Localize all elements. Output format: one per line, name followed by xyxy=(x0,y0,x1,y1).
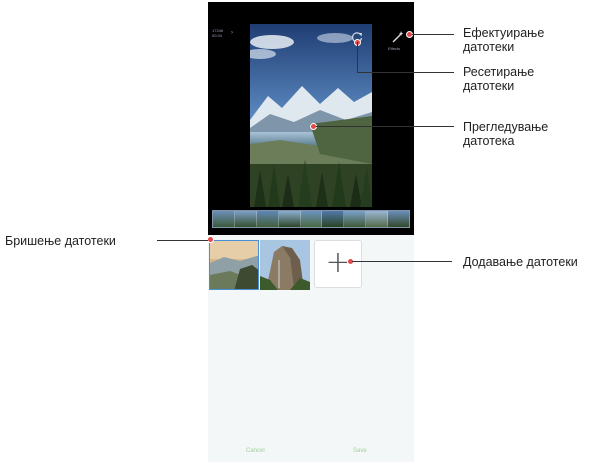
timeline-frame xyxy=(322,211,345,227)
effects-caption: Effects xyxy=(388,46,401,51)
timeline-frame xyxy=(344,211,367,227)
delete-leader-line xyxy=(157,240,208,241)
preview-image[interactable] xyxy=(250,24,372,207)
clip-thumbnails: + xyxy=(208,238,414,292)
video-editor-panel: 17246 00:34 › 17148 00:16 xyxy=(208,2,414,235)
delete-callout: Бришење датотеки xyxy=(5,234,116,248)
delete-marker xyxy=(207,236,214,243)
timeline-frame xyxy=(366,211,389,227)
landscape-photo xyxy=(250,24,372,207)
effect-leader-line xyxy=(412,34,454,35)
timeline-frame xyxy=(213,211,235,227)
timeline-frame xyxy=(300,211,323,227)
magic-wand-icon[interactable] xyxy=(391,30,405,44)
timeline-strip[interactable] xyxy=(212,210,410,228)
reset-leader-horizontal xyxy=(357,72,454,73)
add-clip-button[interactable]: + xyxy=(314,240,362,288)
chevron-right-icon: › xyxy=(231,30,233,36)
preview-callout: Прегледување датотека xyxy=(463,120,549,148)
save-button[interactable]: Save xyxy=(353,448,367,454)
phone-screen: 17246 00:34 › 17148 00:16 xyxy=(208,2,414,462)
preview-leader-line xyxy=(316,126,454,127)
timeline-frame xyxy=(278,211,301,227)
timeline-frame xyxy=(234,211,257,227)
add-callout: Додавање датотеки xyxy=(463,255,578,269)
clip-info: 17246 00:34 xyxy=(212,28,224,38)
cancel-button[interactable]: Cancel xyxy=(246,448,265,454)
add-leader-line xyxy=(352,261,452,262)
timeline-frame xyxy=(256,211,279,227)
reset-leader-vertical xyxy=(357,42,358,72)
timeline-frame xyxy=(388,211,410,227)
effect-callout: Ефектуирање датотеки xyxy=(463,26,545,54)
reset-callout: Ресетирање датотеки xyxy=(463,65,535,93)
clip-thumbnail-2[interactable] xyxy=(260,240,310,290)
clip-thumbnail-1[interactable] xyxy=(209,240,259,290)
